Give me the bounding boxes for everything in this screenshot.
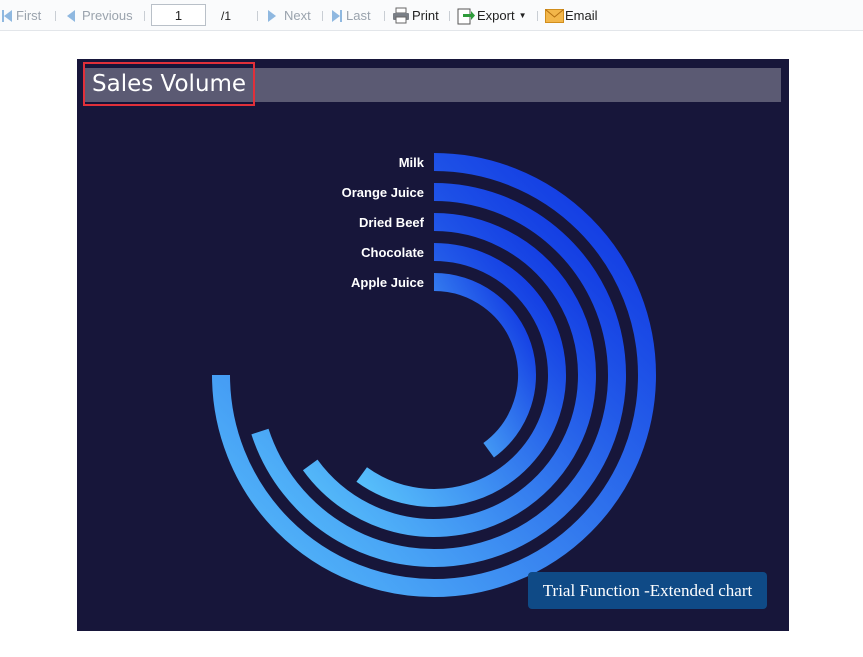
- category-label: Chocolate: [361, 245, 424, 260]
- last-icon: [332, 9, 340, 22]
- toolbar-divider: [322, 11, 323, 21]
- previous-label: Previous: [82, 8, 133, 23]
- radial-bar: [302, 213, 596, 537]
- previous-icon: [67, 9, 75, 22]
- toolbar-divider: [384, 11, 385, 21]
- first-button[interactable]: First: [2, 0, 41, 31]
- first-label: First: [16, 8, 42, 23]
- print-label: Print: [412, 8, 439, 23]
- email-button[interactable]: Email: [545, 0, 598, 31]
- page-total: /1: [221, 8, 232, 23]
- report-canvas: Sales Volume Milk Orange Juice Dried Beef C…: [77, 59, 789, 631]
- toolbar-divider: [537, 11, 538, 21]
- toolbar-divider: [449, 11, 450, 21]
- export-label: Export: [477, 8, 515, 23]
- previous-button[interactable]: Previous: [67, 0, 133, 31]
- toolbar-divider: [55, 11, 56, 21]
- category-label: Milk: [399, 155, 425, 170]
- export-dropdown[interactable]: Export ▼: [457, 0, 527, 31]
- category-label: Orange Juice: [342, 185, 424, 200]
- caret-down-icon: ▼: [518, 11, 527, 20]
- category-label: Dried Beef: [359, 215, 425, 230]
- last-button[interactable]: Last: [332, 0, 371, 31]
- envelope-icon: [545, 8, 564, 23]
- radial-bar-chart: Milk Orange Juice Dried Beef Chocolate Apple…: [212, 153, 656, 597]
- category-label: Apple Juice: [351, 275, 424, 290]
- toolbar-divider: [257, 11, 258, 21]
- email-label: Email: [565, 8, 598, 23]
- last-label: Last: [346, 8, 371, 23]
- radial-bar: [433, 273, 536, 458]
- next-label: Next: [284, 8, 311, 23]
- report-toolbar: First Previous /1 Next Last Print Export…: [0, 0, 863, 31]
- printer-icon: [393, 7, 409, 24]
- toolbar-divider: [144, 11, 145, 21]
- export-icon: [457, 8, 475, 25]
- next-button[interactable]: Next: [268, 0, 311, 31]
- trial-function-badge: Trial Function -Extended chart: [528, 572, 767, 609]
- page-number-input[interactable]: [151, 4, 206, 26]
- next-icon: [268, 9, 276, 22]
- print-button[interactable]: Print: [392, 0, 439, 31]
